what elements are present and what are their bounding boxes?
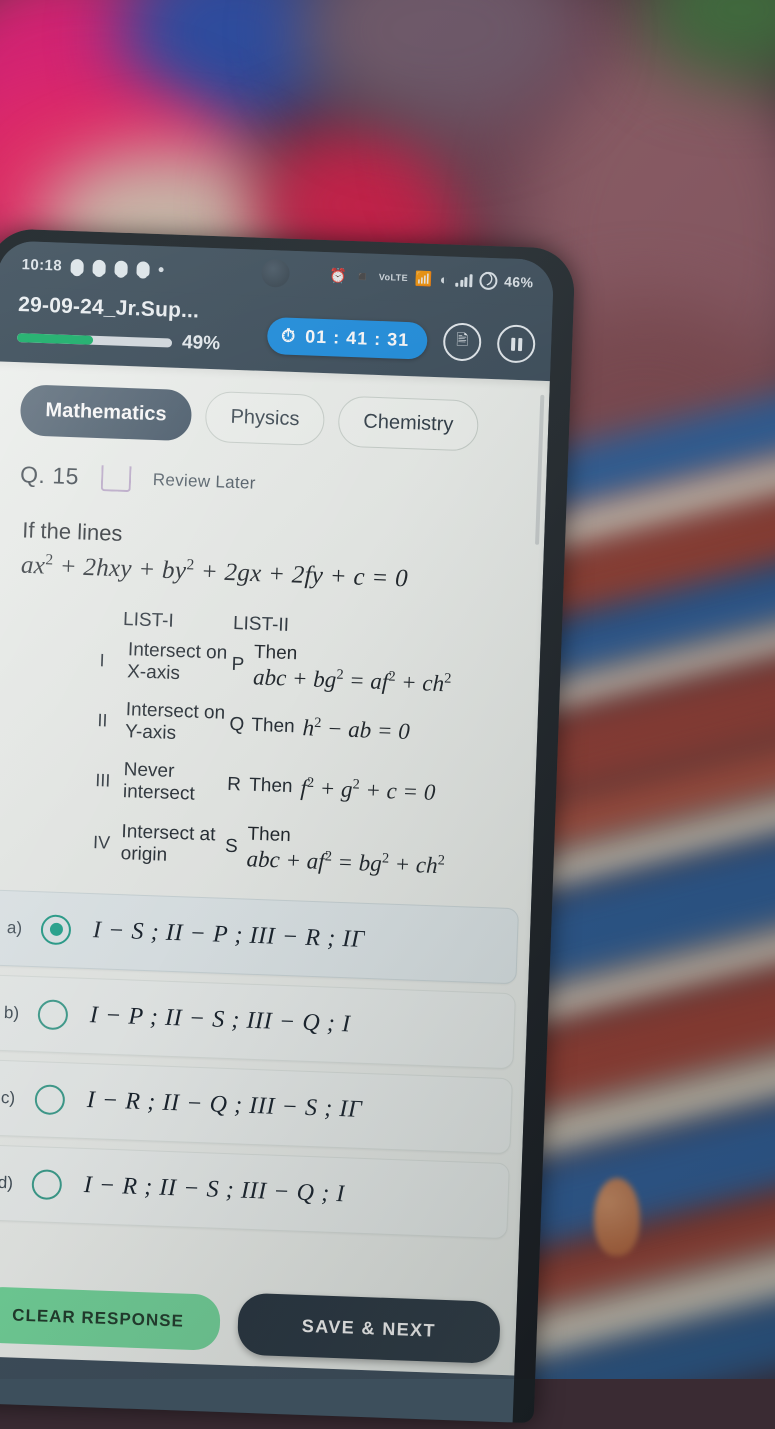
match-row: III Never intersect R Then f2 + g2 + c =… bbox=[95, 758, 536, 817]
option-text: I − R ; II − S ; III − Q ; I bbox=[83, 1171, 346, 1208]
row-math: abc + af2 = bg2 + ch2 bbox=[246, 846, 446, 878]
tab-physics[interactable]: Physics bbox=[204, 390, 326, 447]
option-letter: a) bbox=[6, 917, 23, 938]
vibrate-icon: ◾ bbox=[353, 268, 373, 285]
phone-device: 10:18 ⏰ ◾ VoLTE 📶 ◐ 46% 29-09-24_Jr.Sup.… bbox=[0, 228, 590, 1429]
ghost-icon bbox=[136, 260, 151, 277]
option-letter: c) bbox=[0, 1087, 16, 1107]
list-2-key: Q bbox=[229, 714, 245, 736]
list-2-header: LIST-II bbox=[232, 612, 290, 636]
radio-button-b[interactable] bbox=[37, 998, 69, 1030]
list-1-item: Intersect on Y-axis bbox=[124, 699, 226, 745]
progress-bar bbox=[16, 332, 173, 348]
alarm-clock-icon: ⏱ bbox=[280, 324, 297, 346]
progress-bar-fill bbox=[16, 332, 94, 345]
question-body: If the lines ax2 + 2hxy + by2 + 2gx + 2f… bbox=[0, 487, 545, 882]
row-roman: III bbox=[94, 769, 111, 791]
volte-icon: VoLTE bbox=[378, 271, 409, 283]
tab-chemistry[interactable]: Chemistry bbox=[337, 395, 480, 452]
pause-button[interactable] bbox=[496, 324, 536, 364]
finger bbox=[594, 1178, 640, 1256]
option-letter: d) bbox=[0, 1172, 14, 1192]
exam-header-left: 29-09-24_Jr.Sup... 49% bbox=[16, 293, 257, 356]
option-b[interactable]: b) I − P ; II − S ; III − Q ; I bbox=[0, 973, 516, 1069]
more-notifications-dot-icon bbox=[158, 266, 165, 272]
option-letter: b) bbox=[3, 1002, 20, 1023]
list-2-key: P bbox=[231, 654, 245, 676]
save-and-next-button[interactable]: SAVE & NEXT bbox=[236, 1292, 501, 1364]
option-c[interactable]: c) I − R ; II − Q ; III − S ; IΓ bbox=[0, 1058, 513, 1154]
ghost-icon bbox=[92, 259, 107, 275]
option-a[interactable]: a) I − S ; II − P ; III − R ; IΓ bbox=[0, 888, 520, 984]
wifi-icon: 📶 bbox=[414, 270, 434, 287]
list-1-item: Intersect at origin bbox=[120, 821, 216, 866]
row-math: f2 + g2 + c = 0 bbox=[300, 774, 436, 805]
option-text: I − R ; II − Q ; III − S ; IΓ bbox=[86, 1087, 363, 1123]
exam-title: 29-09-24_Jr.Sup... bbox=[17, 293, 200, 323]
match-row: I Intersect on X-axis P Then abc + bg2 =… bbox=[99, 636, 540, 700]
list-2-key: R bbox=[226, 773, 242, 796]
row-roman: II bbox=[97, 709, 108, 731]
clear-response-button[interactable]: CLEAR RESPONSE bbox=[0, 1286, 221, 1351]
phone-screen: 10:18 ⏰ ◾ VoLTE 📶 ◐ 46% 29-09-24_Jr.Sup.… bbox=[0, 240, 555, 1424]
signal-icon bbox=[455, 273, 473, 287]
phone-frame: 10:18 ⏰ ◾ VoLTE 📶 ◐ 46% 29-09-24_Jr.Sup.… bbox=[0, 228, 576, 1424]
list-1-header: LIST-I bbox=[122, 608, 175, 632]
progress-percent-label: 49% bbox=[181, 331, 221, 355]
list-1-item: Intersect on X-axis bbox=[126, 639, 228, 685]
match-row: IV Intersect at origin S Then abc + af2 … bbox=[92, 818, 533, 882]
battery-percent: 46% bbox=[503, 273, 534, 291]
question-paper-icon: 🖹 bbox=[455, 331, 469, 349]
exam-header-right: ⏱ 01 : 41 : 31 🖹 bbox=[266, 316, 536, 364]
status-bar-clock: 10:18 bbox=[21, 255, 63, 275]
battery-icon bbox=[478, 271, 498, 291]
answer-options: a) I − S ; II − P ; III − R ; IΓ b) I − … bbox=[0, 888, 520, 1239]
list-2-value: Then abc + bg2 = af2 + ch2 bbox=[253, 642, 453, 698]
action-bar: CLEAR RESPONSE SAVE & NEXT bbox=[0, 1266, 518, 1376]
timer-value: 01 : 41 : 31 bbox=[304, 325, 410, 350]
row-roman: IV bbox=[92, 831, 111, 853]
then-label: Then bbox=[250, 715, 296, 738]
row-math: h2 − ab = 0 bbox=[302, 714, 411, 744]
match-row: II Intersect on Y-axis Q Then h2 − ab = … bbox=[97, 699, 538, 758]
question-sheet: Mathematics Physics Chemistry Q. 15 Revi… bbox=[0, 361, 550, 1376]
option-text: I − S ; II − P ; III − R ; IΓ bbox=[92, 917, 366, 953]
question-number: Q. 15 bbox=[19, 461, 80, 490]
status-bar-left: 10:18 bbox=[21, 255, 165, 278]
ghost-icon bbox=[114, 260, 129, 276]
radio-button-d[interactable] bbox=[31, 1168, 63, 1200]
tab-mathematics[interactable]: Mathematics bbox=[19, 384, 193, 442]
progress-row: 49% bbox=[16, 326, 256, 356]
front-camera-punch-hole bbox=[261, 258, 291, 288]
radio-button-c[interactable] bbox=[34, 1083, 66, 1115]
ghost-icon bbox=[70, 258, 85, 274]
option-text: I − P ; II − S ; III − Q ; I bbox=[89, 1002, 352, 1038]
alarm-icon: ⏰ bbox=[328, 267, 348, 284]
status-bar-right: ⏰ ◾ VoLTE 📶 ◐ 46% bbox=[329, 266, 534, 291]
pause-icon bbox=[510, 337, 522, 351]
row-math: abc + bg2 = af2 + ch2 bbox=[252, 664, 452, 697]
option-d[interactable]: d) I − R ; II − S ; III − Q ; I bbox=[0, 1143, 510, 1239]
exam-timer[interactable]: ⏱ 01 : 41 : 31 bbox=[266, 316, 428, 360]
list-1-item: Never intersect bbox=[122, 759, 196, 805]
question-paper-button[interactable]: 🖹 bbox=[442, 322, 482, 362]
list-2-value: Then abc + af2 = bg2 + ch2 bbox=[246, 823, 446, 879]
review-later-label[interactable]: Review Later bbox=[153, 469, 256, 493]
nfc-icon: ◐ bbox=[439, 271, 450, 288]
row-roman: I bbox=[99, 649, 105, 671]
then-label: Then bbox=[248, 774, 293, 798]
radio-button-a[interactable] bbox=[40, 913, 72, 945]
list-2-key: S bbox=[224, 835, 239, 858]
review-later-checkbox[interactable] bbox=[100, 464, 132, 492]
